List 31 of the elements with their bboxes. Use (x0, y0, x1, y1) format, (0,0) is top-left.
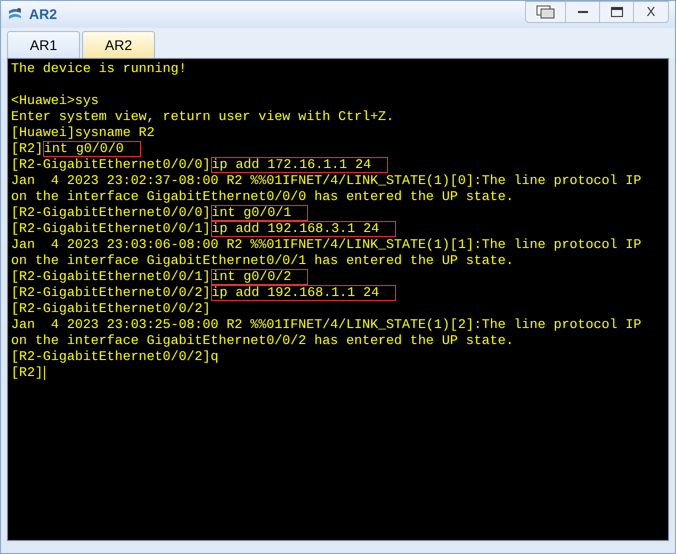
terminal-line: [Huawei]sysname R2 (11, 125, 155, 141)
windows-icon (536, 5, 556, 19)
terminal-line: [R2-GigabitEthernet0/0/2] (11, 285, 210, 301)
terminal-line: <Huawei>sys (11, 93, 99, 109)
terminal-line: [R2-GigabitEthernet0/0/2] (11, 301, 210, 317)
terminal-line: The device is running! (11, 61, 187, 77)
minimize-icon (578, 10, 588, 14)
terminal-line: Enter system view, return user view with Ctrl+Z. (11, 109, 394, 125)
window-title: AR2 (29, 5, 58, 24)
terminal-line: [R2-GigabitEthernet0/0/0] (11, 157, 210, 173)
highlighted-command: ip add 192.168.1.1 24 (210, 285, 396, 301)
highlighted-command: ip add 192.168.3.1 24 (210, 221, 396, 237)
terminal-line: [R2-GigabitEthernet0/0/2]q (11, 349, 218, 365)
tab[interactable]: AR1 (7, 31, 80, 58)
highlighted-command: int g0/0/2 (210, 269, 308, 285)
terminal-line: [R2-GigabitEthernet0/0/0] (11, 205, 210, 221)
terminal-line: [R2] (11, 141, 43, 157)
tab[interactable]: AR2 (82, 31, 155, 58)
terminal-line: on the interface GigabitEthernet0/0/2 has entered the UP state. (11, 333, 514, 349)
terminal-line: on the interface GigabitEthernet0/0/1 has entered the UP state. (11, 253, 514, 269)
terminal-line: [R2] (11, 365, 43, 381)
terminal-line: on the interface GigabitEthernet0/0/0 has entered the UP state. (11, 189, 514, 205)
highlighted-command: ip add 172.16.1.1 24 (210, 157, 388, 173)
maximize-icon (610, 7, 622, 17)
highlighted-command: int g0/0/0 (42, 141, 141, 157)
terminal-line: Jan 4 2023 23:03:25-08:00 R2 %%01IFNET/4/LINK_STATE(1)[2]:The line protocol IP (11, 317, 642, 333)
terminal-line: [R2-GigabitEthernet0/0/1] (11, 269, 210, 285)
terminal-line: [R2-GigabitEthernet0/0/1] (11, 221, 210, 237)
terminal-line: Jan 4 2023 23:03:06-08:00 R2 %%01IFNET/4/LINK_STATE(1)[1]:The line protocol IP (11, 237, 642, 253)
highlighted-command: int g0/0/1 (210, 205, 308, 221)
terminal-line: Jan 4 2023 23:02:37-08:00 R2 %%01IFNET/4/LINK_STATE(1)[0]:The line protocol IP (11, 173, 642, 189)
